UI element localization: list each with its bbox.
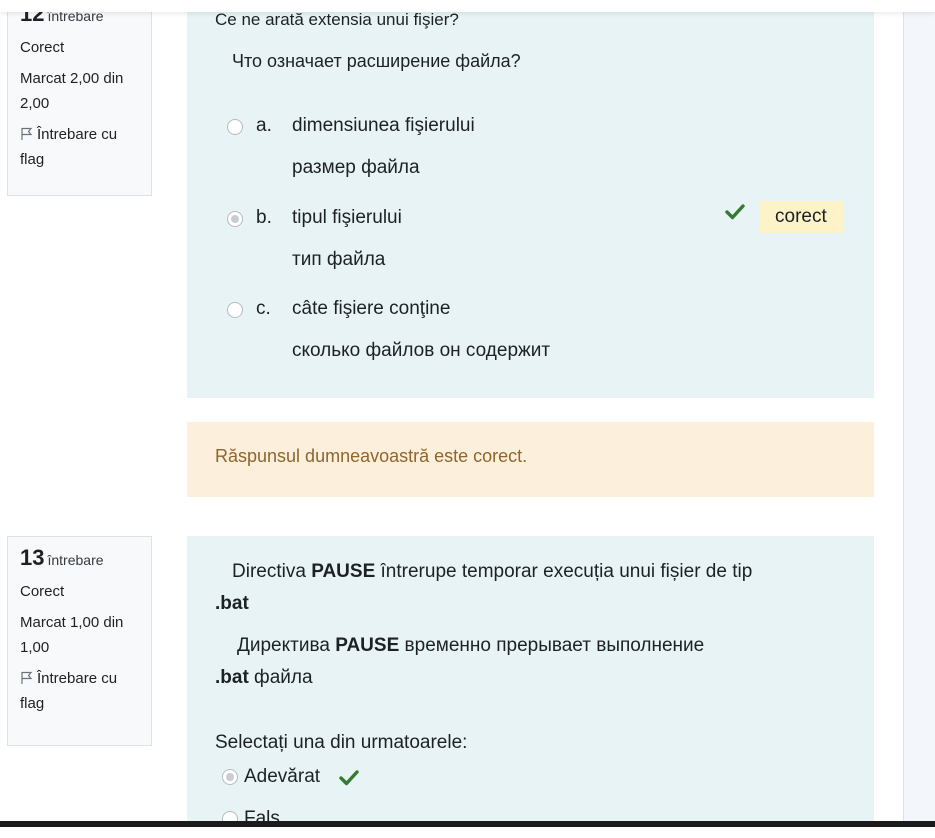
question-text-ru: Директива PAUSE временно прерывает выпол… bbox=[237, 632, 704, 659]
text-part: Директива bbox=[237, 635, 336, 656]
option-text-ru: сколько файлов он содержит bbox=[292, 340, 551, 361]
flag-question-link[interactable]: Întrebare cu flag bbox=[20, 122, 141, 172]
option-text-ro: tipul fişierului bbox=[292, 207, 402, 228]
flag-icon bbox=[21, 127, 33, 140]
option-text-ro: dimensiunea fişierului bbox=[292, 115, 475, 136]
question-info-q13: 13 întrebare Corect Marcat 1,00 din 1,00 … bbox=[7, 536, 152, 746]
option-letter: c. bbox=[256, 298, 271, 319]
answer-option-c[interactable]: c. câte fişiere conţine сколько файлов о… bbox=[227, 298, 867, 388]
correct-badge: corect bbox=[759, 201, 843, 233]
text-part: файла bbox=[248, 667, 313, 688]
option-text-ru: размер файла bbox=[292, 157, 420, 178]
text-part: întrerupe temporar execuția unui fișier … bbox=[375, 561, 753, 582]
option-letter: b. bbox=[256, 207, 272, 228]
question-word: întrebare bbox=[47, 552, 104, 568]
option-text-ro: câte fişiere conţine bbox=[292, 298, 451, 319]
radio-option-b[interactable] bbox=[227, 211, 243, 227]
radio-option-a[interactable] bbox=[227, 119, 243, 135]
radio-option-true[interactable] bbox=[222, 769, 238, 785]
option-text-ru: тип файла bbox=[292, 249, 386, 270]
text-bold: PAUSE bbox=[311, 561, 376, 582]
flag-icon bbox=[21, 671, 33, 684]
text-part: Directiva bbox=[232, 561, 312, 582]
feedback-text: Răspunsul dumneavoastră este corect. bbox=[215, 446, 528, 466]
flag-question-label: Întrebare cu flag bbox=[20, 670, 118, 712]
bottom-taskbar-edge bbox=[0, 821, 935, 827]
question-feedback: Răspunsul dumneavoastră este corect. bbox=[187, 422, 874, 497]
question-text-ro: Ce ne arată extensia unui fişier? bbox=[215, 10, 459, 29]
option-letter: a. bbox=[256, 115, 272, 136]
flag-question-label: Întrebare cu flag bbox=[20, 126, 118, 168]
question-number-value: 13 bbox=[20, 545, 45, 570]
top-navbar bbox=[0, 0, 935, 12]
right-drawer bbox=[903, 0, 935, 827]
question-text-ro: Directiva PAUSE întrerupe temporar execu… bbox=[232, 558, 752, 585]
question-status: Corect bbox=[20, 39, 65, 56]
flag-question-link[interactable]: Întrebare cu flag bbox=[20, 666, 141, 716]
question-formulation-q12: Ce ne arată extensia unui fişier? Что оз… bbox=[187, 0, 874, 398]
option-text: Adevărat bbox=[244, 766, 321, 787]
question-number: 13 întrebare bbox=[20, 545, 141, 573]
text-bold: .bat bbox=[215, 593, 249, 614]
answer-prompt: Selectați una din urmatoarele: bbox=[215, 732, 468, 753]
question-text-ro-ext: .bat bbox=[215, 590, 249, 617]
text-bold: PAUSE bbox=[335, 635, 400, 656]
question-text-ru-ext: .bat файла bbox=[215, 664, 313, 691]
question-mark: Marcat 2,00 din 2,00 bbox=[20, 70, 124, 112]
text-bold: .bat bbox=[215, 667, 249, 688]
answer-option-b[interactable]: b. tipul fişierului тип файла corect bbox=[227, 201, 867, 297]
question-status: Corect bbox=[20, 583, 65, 600]
question-formulation-q13: Directiva PAUSE întrerupe temporar execu… bbox=[187, 536, 874, 829]
radio-option-c[interactable] bbox=[227, 302, 243, 318]
answer-option-true[interactable]: Adevărat bbox=[222, 766, 862, 796]
check-icon bbox=[725, 204, 745, 220]
question-info-q12: 12 întrebare Corect Marcat 2,00 din 2,00 … bbox=[7, 0, 152, 196]
check-icon bbox=[339, 770, 359, 786]
text-part: временно прерывает выполнение bbox=[399, 635, 705, 656]
question-text-ru: Что означает расширение файла? bbox=[232, 51, 521, 71]
question-mark: Marcat 1,00 din 1,00 bbox=[20, 614, 124, 656]
answer-option-a[interactable]: a. dimensiunea fişierului размер файла bbox=[227, 115, 867, 205]
